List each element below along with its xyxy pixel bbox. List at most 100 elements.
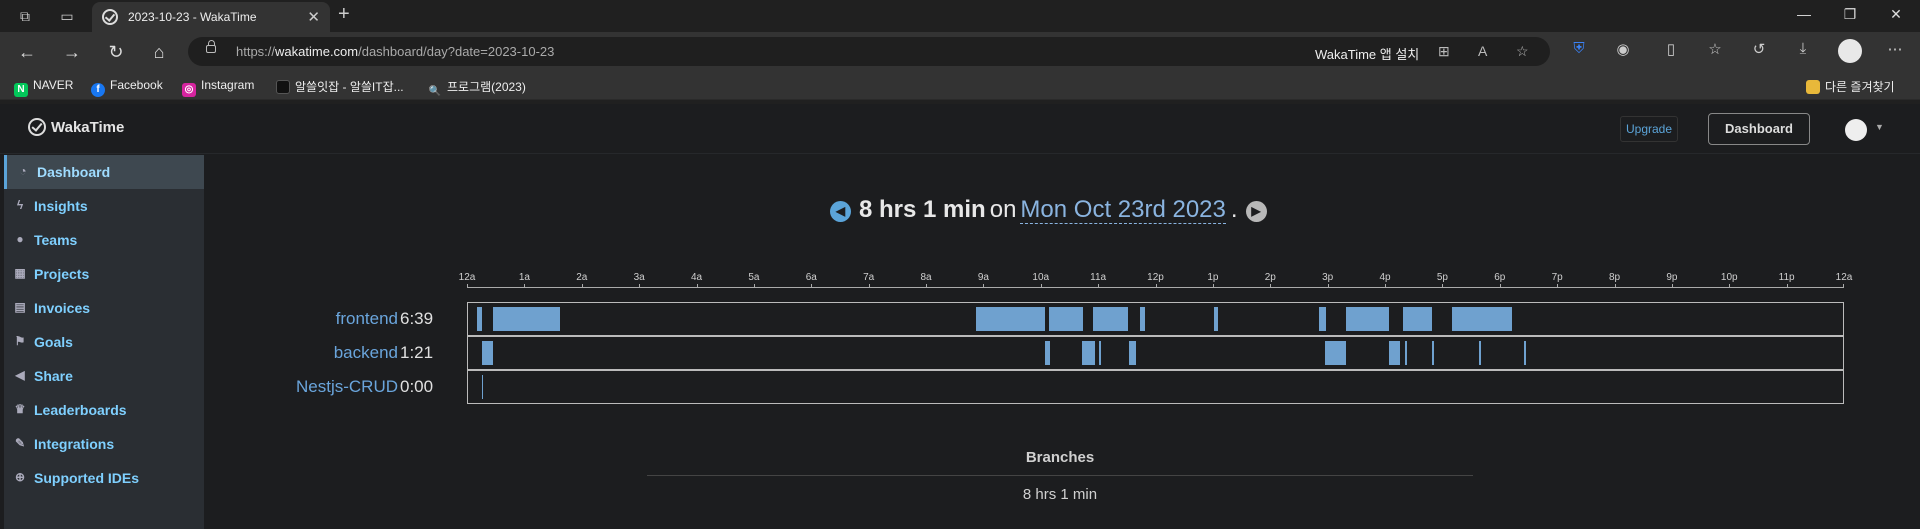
bookmarks-bar: N NAVER f Facebook ◎ Instagram 알쓸잇잡 - 알쓸IT잡… <box>0 70 1920 100</box>
tick-label: 11p <box>1778 272 1795 283</box>
tick-label: 1p <box>1207 272 1219 283</box>
tick-mark <box>524 284 526 288</box>
tab-actions-icon[interactable]: ▭ <box>58 7 76 25</box>
activity-bar[interactable] <box>1403 307 1432 331</box>
profile-avatar[interactable] <box>1838 39 1862 63</box>
activity-bar[interactable] <box>1324 341 1346 365</box>
history-icon[interactable]: ↺ <box>1748 40 1770 58</box>
activity-bar[interactable] <box>1345 307 1389 331</box>
favorites-icon[interactable]: ☆ <box>1704 40 1726 58</box>
favorite-star-icon[interactable]: ☆ <box>1516 43 1529 60</box>
sidebar-item-label: Integrations <box>34 436 115 452</box>
tick-mark <box>467 284 468 288</box>
sidebar-item-goals[interactable]: ⚑ Goals <box>4 325 204 359</box>
sidebar-item-label: Share <box>34 368 73 384</box>
sidebar-item-leaderboards[interactable]: ♛ Leaderboards <box>4 393 204 427</box>
bookmark-site[interactable]: 알쓸잇잡 - 알쓸IT잡... <box>276 78 404 95</box>
activity-bar[interactable] <box>1048 307 1084 331</box>
bolt-icon: ϟ <box>16 198 24 212</box>
top-navbar: WakaTime Upgrade Dashboard ▼ <box>0 104 1920 154</box>
bookmark-naver[interactable]: N NAVER <box>14 78 73 97</box>
sidebar-item-dashboard[interactable]: ◔ Dashboard <box>4 155 204 189</box>
wrench-icon: ✎ <box>14 436 26 450</box>
activity-bar[interactable] <box>1213 307 1219 331</box>
url-text[interactable]: https://wakatime.com/dashboard/day?date=… <box>236 44 554 59</box>
workspaces-icon[interactable]: ⧉ <box>16 7 34 25</box>
activity-bar[interactable] <box>492 307 560 331</box>
sidebar-item-projects[interactable]: ▦ Projects <box>4 257 204 291</box>
sidebar-item-integrations[interactable]: ✎ Integrations <box>4 427 204 461</box>
divider <box>647 475 1473 476</box>
tab-close-icon[interactable]: ✕ <box>307 8 320 26</box>
total-time: 8 hrs 1 min <box>859 196 986 223</box>
date-picker[interactable]: Mon Oct 23rd 2023 <box>1020 196 1226 224</box>
brand-link[interactable]: WakaTime <box>28 118 124 136</box>
activity-bar[interactable] <box>482 341 493 365</box>
activity-bar[interactable] <box>976 307 1045 331</box>
minimize-icon[interactable]: — <box>1794 6 1814 22</box>
new-tab-icon[interactable]: + <box>338 3 350 26</box>
tick-mark <box>1499 284 1501 288</box>
previous-day-icon[interactable]: ◀ <box>830 201 851 222</box>
project-time: 1:21 <box>400 343 434 362</box>
project-name-link[interactable]: backend <box>198 343 398 363</box>
plus-circle-icon: ⊕ <box>14 470 26 484</box>
forward-icon[interactable]: → <box>61 41 83 63</box>
sidebar-item-supported-ides[interactable]: ⊕ Supported IDEs <box>4 461 204 495</box>
extension-icon[interactable]: ◉ <box>1612 40 1634 58</box>
address-toolbar: ← → ↻ ⌂ https://wakatime.com/dashboard/d… <box>0 32 1920 70</box>
activity-bar[interactable] <box>477 307 482 331</box>
address-bar[interactable]: https://wakatime.com/dashboard/day?date=… <box>188 37 1550 66</box>
sidebar-item-label: Leaderboards <box>34 402 127 418</box>
sidebar-item-label: Invoices <box>34 300 91 316</box>
read-aloud-icon[interactable]: A <box>1478 43 1487 59</box>
tick-mark <box>753 284 755 288</box>
browser-tab[interactable]: 2023-10-23 - WakaTime ✕ <box>92 2 330 32</box>
bookmark-program[interactable]: 🔍 프로그램(2023) <box>428 78 526 99</box>
menu-icon[interactable]: ⋯ <box>1884 40 1906 58</box>
window-close-icon[interactable]: ✕ <box>1886 6 1906 23</box>
activity-bar[interactable] <box>1523 341 1526 365</box>
tick-label: 12a <box>1835 272 1853 283</box>
dashboard-button[interactable]: Dashboard <box>1708 113 1810 145</box>
activity-bar[interactable] <box>1388 341 1401 365</box>
activity-bar[interactable] <box>1044 341 1050 365</box>
refresh-icon[interactable]: ↻ <box>105 41 127 63</box>
activity-bar[interactable] <box>481 375 483 399</box>
app-install-icon[interactable]: ⊞ <box>1438 43 1450 60</box>
back-icon[interactable]: ← <box>16 41 38 63</box>
activity-bar[interactable] <box>1478 341 1482 365</box>
day-summary-header: ◀ 8 hrs 1 min on Mon Oct 23rd 2023. ▶ <box>830 196 1267 226</box>
sidebar-item-invoices[interactable]: ▤ Invoices <box>4 291 204 325</box>
activity-bar[interactable] <box>1451 307 1513 331</box>
downloads-icon[interactable]: ⤓ <box>1792 40 1814 57</box>
bookmark-instagram[interactable]: ◎ Instagram <box>182 78 254 97</box>
bookmark-facebook[interactable]: f Facebook <box>91 78 163 97</box>
sidebar-item-insights[interactable]: ϟ Insights <box>4 189 204 223</box>
bitwarden-icon[interactable]: ⛨ <box>1568 40 1590 57</box>
caret-down-icon[interactable]: ▼ <box>1875 122 1884 132</box>
install-app-prompt[interactable]: WakaTime 앱 설치 <box>1315 44 1419 63</box>
sidebar-item-share[interactable]: ◀ Share <box>4 359 204 393</box>
tick-mark <box>811 284 813 288</box>
activity-bar[interactable] <box>1128 341 1137 365</box>
other-favorites[interactable]: 다른 즐겨찾기 <box>1806 78 1895 95</box>
activity-bar[interactable] <box>1099 341 1102 365</box>
project-time: 6:39 <box>400 309 434 328</box>
upgrade-button[interactable]: Upgrade <box>1620 116 1678 142</box>
period: . <box>1230 196 1238 223</box>
project-name-link[interactable]: Nestjs-CRUD <box>198 377 398 397</box>
home-icon[interactable]: ⌂ <box>148 41 170 63</box>
activity-bar[interactable] <box>1318 307 1326 331</box>
next-day-icon[interactable]: ▶ <box>1245 201 1267 222</box>
activity-bar[interactable] <box>1404 341 1408 365</box>
restore-icon[interactable]: ❐ <box>1840 6 1860 23</box>
activity-bar[interactable] <box>1093 307 1128 331</box>
activity-bar[interactable] <box>1431 341 1435 365</box>
activity-bar[interactable] <box>1140 307 1145 331</box>
project-name-link[interactable]: frontend <box>198 309 398 329</box>
activity-bar[interactable] <box>1081 341 1096 365</box>
user-avatar[interactable] <box>1845 119 1867 141</box>
split-screen-icon[interactable]: ▯ <box>1660 40 1682 58</box>
sidebar-item-teams[interactable]: ● Teams <box>4 223 204 257</box>
